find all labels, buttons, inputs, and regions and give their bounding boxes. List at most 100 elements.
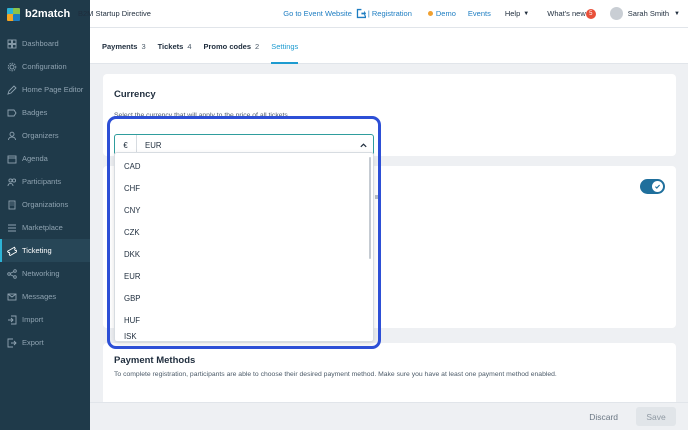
sidebar-item-participants[interactable]: Participants xyxy=(0,170,90,193)
help-label: Help xyxy=(504,9,521,18)
user-menu[interactable]: Sarah Smith ▼ xyxy=(609,7,680,20)
chevron-down-icon: ▼ xyxy=(523,10,530,17)
save-button[interactable]: Save xyxy=(636,407,676,426)
footer-actions: Discard Save xyxy=(90,402,688,430)
sidebar-item-export[interactable]: Export xyxy=(0,331,90,354)
sidebar-item-networking[interactable]: Networking xyxy=(0,262,90,285)
currency-dropdown: CAD CHF CNY CZK DKK EUR GBP HUF ISK xyxy=(114,152,374,342)
gear-icon xyxy=(7,62,17,72)
export-icon xyxy=(7,338,17,348)
currency-option-eur[interactable]: EUR xyxy=(115,265,373,287)
chevron-up-icon xyxy=(353,141,373,150)
registration-link[interactable]: Registration xyxy=(372,9,412,18)
sidebar-item-ticketing[interactable]: Ticketing xyxy=(0,239,90,262)
users-icon xyxy=(7,131,17,141)
currency-option-cad[interactable]: CAD xyxy=(115,155,373,177)
events-link[interactable]: Events xyxy=(468,9,491,18)
sidebar-item-agenda[interactable]: Agenda xyxy=(0,147,90,170)
user-name: Sarah Smith xyxy=(627,9,670,18)
sidebar-nav: Dashboard Configuration Home Page Editor Ba… xyxy=(0,32,90,354)
sidebar-item-label: Marketplace xyxy=(22,223,63,232)
brand-name: b2match xyxy=(25,8,71,20)
calendar-icon xyxy=(7,154,17,164)
sidebar-item-label: Networking xyxy=(22,269,60,278)
sidebar-item-label: Export xyxy=(22,338,44,347)
hidden-content-fragment xyxy=(375,195,378,199)
tab-label: Tickets xyxy=(157,41,184,51)
sidebar-item-label: Messages xyxy=(22,292,57,301)
sidebar: b2match Dashboard Configuration Home Page … xyxy=(0,0,90,430)
go-to-event-link[interactable]: Go to Event Website xyxy=(283,8,366,19)
help-menu[interactable]: Help ▼ xyxy=(505,9,529,18)
sidebar-item-label: Dashboard xyxy=(22,39,59,48)
currency-option-gbp[interactable]: GBP xyxy=(115,287,373,309)
currency-title: Currency xyxy=(114,89,156,100)
sidebar-item-marketplace[interactable]: Marketplace xyxy=(0,216,90,239)
building-icon xyxy=(7,200,17,210)
tab-count: 4 xyxy=(187,41,192,51)
sidebar-item-import[interactable]: Import xyxy=(0,308,90,331)
demo-label: Demo xyxy=(435,9,456,18)
avatar xyxy=(609,7,623,20)
event-name: B2M Startup Directive xyxy=(78,9,151,18)
import-icon xyxy=(7,315,17,325)
settings-toggle[interactable] xyxy=(640,179,665,194)
network-icon xyxy=(7,268,17,279)
tab-label: Settings xyxy=(271,41,299,51)
currency-option-czk[interactable]: CZK xyxy=(115,221,373,243)
sidebar-item-badges[interactable]: Badges xyxy=(0,101,90,124)
sidebar-item-label: Organizations xyxy=(22,200,69,209)
currency-option-isk[interactable]: ISK xyxy=(115,331,373,341)
sidebar-item-label: Organizers xyxy=(22,131,59,140)
sidebar-item-label: Import xyxy=(22,315,44,324)
external-link-icon xyxy=(356,8,366,19)
topbar-separator: | xyxy=(367,9,370,18)
sidebar-item-label: Configuration xyxy=(22,62,67,71)
sidebar-item-organizations[interactable]: Organizations xyxy=(0,193,90,216)
brand-logo[interactable]: b2match xyxy=(0,0,90,28)
dashboard-icon xyxy=(7,39,17,49)
tab-settings[interactable]: Settings xyxy=(271,28,299,64)
dropdown-scrollbar[interactable] xyxy=(369,157,371,259)
topbar-links: Go to Event Website | Registration Demo … xyxy=(283,0,680,28)
sidebar-item-label: Ticketing xyxy=(22,246,52,255)
check-icon xyxy=(652,181,663,192)
chevron-down-icon: ▼ xyxy=(674,10,680,17)
currency-option-cny[interactable]: CNY xyxy=(115,199,373,221)
whats-new-button[interactable]: What's new 5 xyxy=(547,8,596,19)
currency-option-chf[interactable]: CHF xyxy=(115,177,373,199)
currency-card: Currency Select the currency that will a… xyxy=(103,74,676,156)
topbar: B2M Startup Directive Go to Event Websit… xyxy=(78,0,688,28)
currency-description: Select the currency that will apply to t… xyxy=(114,112,290,119)
sidebar-item-dashboard[interactable]: Dashboard xyxy=(0,32,90,55)
sidebar-item-label: Agenda xyxy=(22,154,48,163)
mail-icon xyxy=(7,292,17,302)
go-to-event-label: Go to Event Website xyxy=(283,9,352,18)
demo-status-dot xyxy=(427,11,433,16)
tab-label: Promo codes xyxy=(203,41,252,51)
edit-icon xyxy=(7,84,17,95)
sidebar-item-label: Home Page Editor xyxy=(22,85,84,94)
sidebar-item-organizers[interactable]: Organizers xyxy=(0,124,90,147)
currency-option-huf[interactable]: HUF xyxy=(115,309,373,331)
people-icon xyxy=(7,177,17,187)
sidebar-item-label: Badges xyxy=(22,108,48,117)
discard-button[interactable]: Discard xyxy=(581,408,626,426)
payment-methods-description: To complete registration, participants a… xyxy=(114,371,557,378)
sidebar-item-home-page-editor[interactable]: Home Page Editor xyxy=(0,78,90,101)
whats-new-label: What's new xyxy=(547,9,586,18)
sidebar-item-messages[interactable]: Messages xyxy=(0,285,90,308)
list-icon xyxy=(7,223,17,233)
badge-icon xyxy=(7,108,17,118)
payment-methods-title: Payment Methods xyxy=(114,355,196,366)
tab-bar: Payments 3 Tickets 4 Promo codes 2 Setti… xyxy=(90,28,688,64)
tab-tickets[interactable]: Tickets 4 xyxy=(158,28,192,64)
tab-promo-codes[interactable]: Promo codes 2 xyxy=(204,28,260,64)
sidebar-item-label: Participants xyxy=(22,177,62,186)
demo-link[interactable]: Demo xyxy=(427,9,456,18)
currency-option-dkk[interactable]: DKK xyxy=(115,243,373,265)
currency-selected-value: EUR xyxy=(145,140,162,150)
tab-payments[interactable]: Payments 3 xyxy=(102,28,146,64)
currency-options: CAD CHF CNY CZK DKK EUR GBP HUF ISK xyxy=(115,153,373,342)
sidebar-item-configuration[interactable]: Configuration xyxy=(0,55,90,78)
